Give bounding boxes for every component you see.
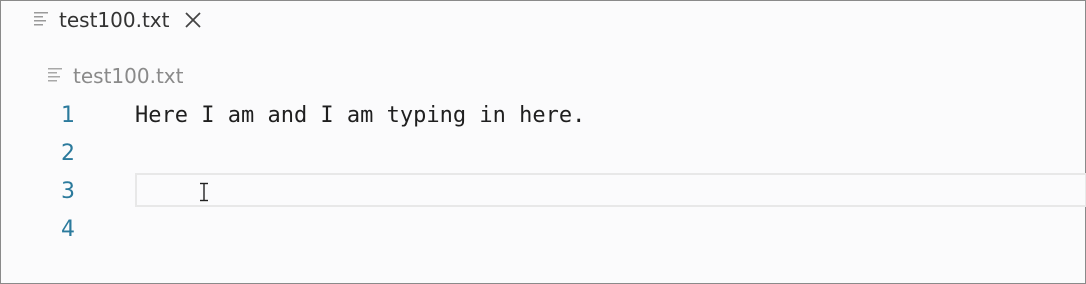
- line-number: 2: [61, 141, 75, 166]
- i-beam-cursor-icon: [198, 182, 210, 206]
- line-text[interactable]: Here I am and I am typing in here.: [135, 97, 585, 135]
- line-number: 3: [61, 179, 75, 204]
- editor-line-2[interactable]: 2: [1, 135, 1085, 173]
- tab-title: test100.txt: [59, 8, 170, 32]
- line-number: 4: [61, 217, 75, 242]
- line-number: 1: [61, 103, 75, 128]
- tab-bar: test100.txt: [1, 1, 1085, 39]
- close-icon[interactable]: [181, 8, 205, 32]
- editor-window: test100.txt test100.txt 1 Here I am and …: [0, 0, 1086, 284]
- current-line-highlight: [135, 173, 1086, 207]
- editor-line-3[interactable]: 3: [1, 173, 1086, 211]
- text-file-icon: [33, 10, 49, 30]
- tab-test100-txt[interactable]: test100.txt: [21, 1, 231, 39]
- text-file-icon: [47, 66, 63, 86]
- breadcrumb-file-label[interactable]: test100.txt: [73, 64, 183, 88]
- editor-line-4[interactable]: 4: [1, 211, 1085, 249]
- breadcrumb[interactable]: test100.txt: [47, 61, 183, 91]
- editor-line-1[interactable]: 1 Here I am and I am typing in here.: [1, 97, 1085, 135]
- text-editor[interactable]: 1 Here I am and I am typing in here. 2 3…: [1, 97, 1086, 283]
